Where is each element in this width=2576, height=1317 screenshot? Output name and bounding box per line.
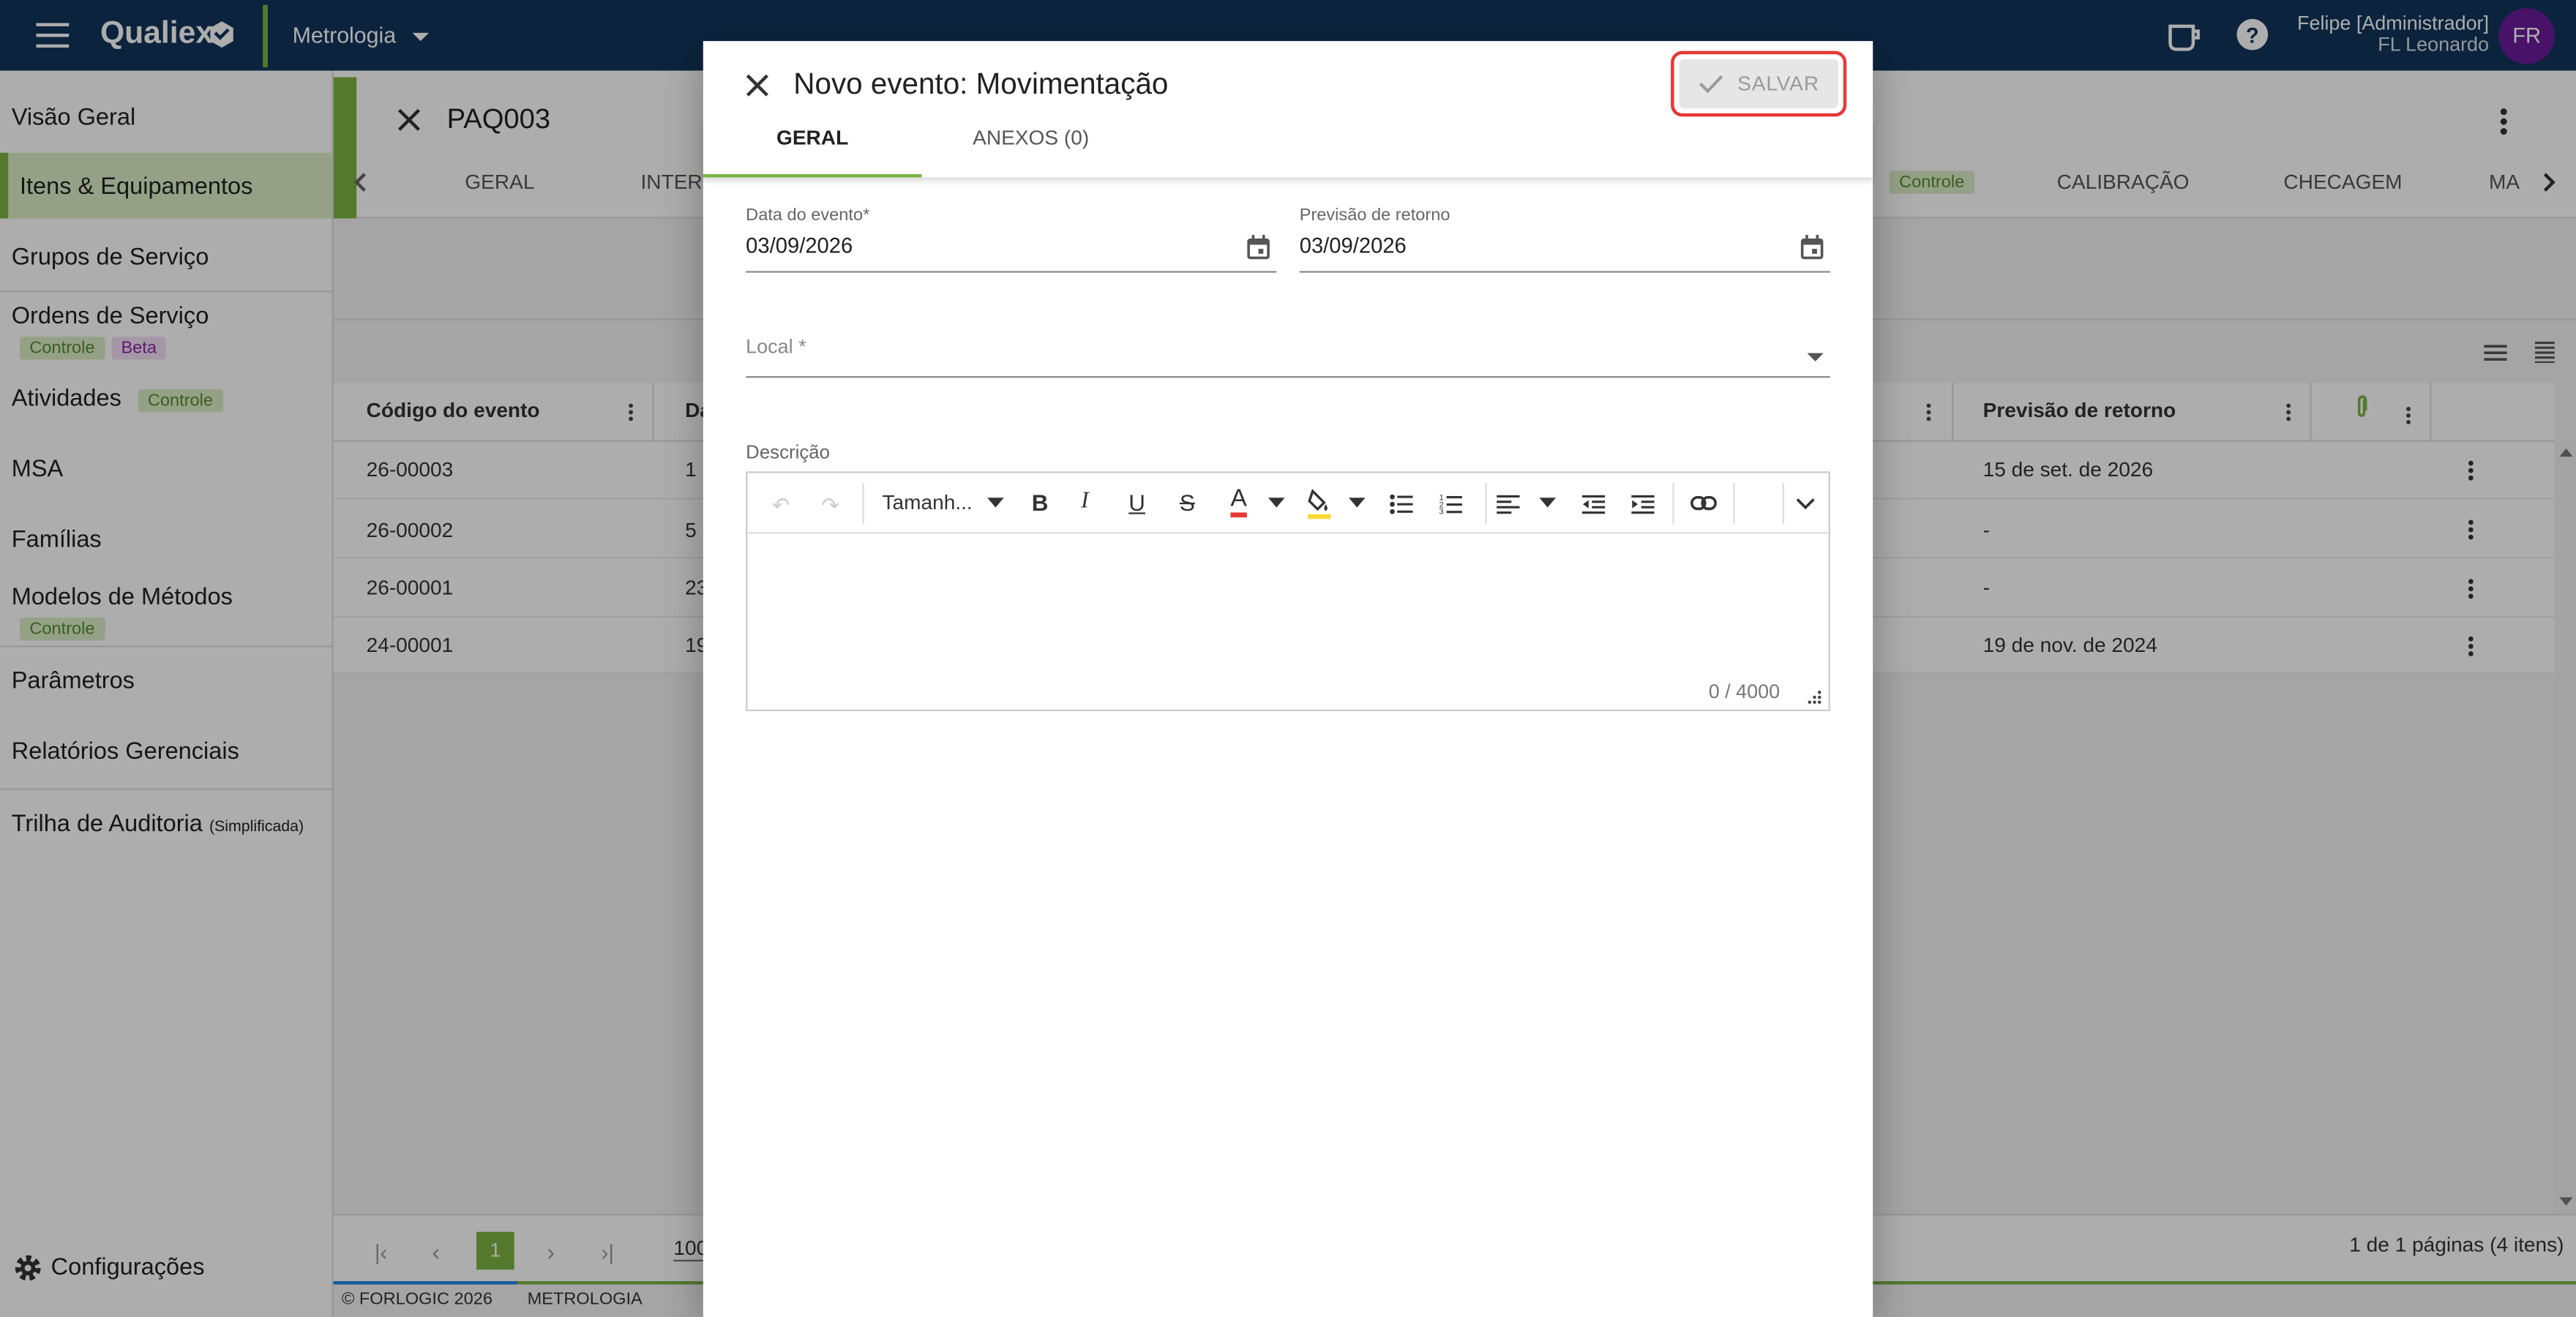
redo-icon[interactable]: ↷ [821, 492, 839, 519]
highlight-color-icon[interactable] [1307, 488, 1331, 519]
caret-down-icon[interactable] [1268, 498, 1285, 508]
caret-down-icon[interactable] [1539, 498, 1556, 508]
dropdown-arrow-icon[interactable] [1807, 353, 1824, 361]
return-date-underline [1299, 271, 1830, 273]
numbered-list-icon[interactable]: 123 [1439, 492, 1462, 514]
toolbar-divider [1485, 483, 1487, 525]
toolbar-divider [1733, 483, 1735, 525]
font-size-select[interactable]: Tamanh... [883, 491, 973, 514]
calendar-icon[interactable] [1247, 235, 1270, 260]
strikethrough-icon[interactable]: S [1180, 489, 1195, 516]
outdent-icon[interactable] [1581, 495, 1606, 514]
tab-anexos[interactable]: ANEXOS (0) [921, 127, 1140, 149]
location-select[interactable]: Local * [746, 335, 806, 358]
toolbar-divider [1672, 483, 1674, 525]
dialog-title: Novo evento: Movimentação [793, 67, 1169, 100]
rich-text-editor: ↶ ↷ Tamanh... B I U S A 123 0 / 4000 [746, 471, 1830, 712]
underline-icon[interactable]: U [1128, 489, 1145, 516]
active-tab-indicator [703, 173, 922, 178]
char-counter: 0 / 4000 [1708, 680, 1781, 703]
event-date-underline [746, 271, 1277, 273]
event-date-label: Data do evento* [746, 205, 870, 225]
new-event-dialog: Novo evento: Movimentação SALVAR GERAL A… [703, 41, 1873, 1317]
caret-down-icon[interactable] [1349, 498, 1366, 508]
event-date-input[interactable]: 03/09/2026 [746, 233, 853, 258]
indent-icon[interactable] [1631, 495, 1655, 514]
save-button[interactable]: SALVAR [1679, 59, 1839, 109]
text-color-icon[interactable]: A [1230, 485, 1247, 518]
align-left-icon[interactable] [1497, 495, 1520, 514]
toolbar-divider [1782, 483, 1784, 525]
undo-icon[interactable]: ↶ [772, 492, 790, 519]
resize-handle-icon[interactable] [1807, 690, 1821, 705]
close-dialog-icon[interactable] [746, 74, 768, 97]
tab-geral[interactable]: GERAL [703, 127, 922, 149]
caret-down-icon[interactable] [987, 498, 1004, 508]
return-date-label: Previsão de retorno [1299, 205, 1450, 225]
link-icon[interactable] [1690, 495, 1717, 511]
check-icon [1698, 74, 1723, 94]
description-textarea[interactable] [749, 536, 1827, 683]
location-underline [746, 376, 1830, 378]
description-label: Descrição [746, 443, 830, 464]
return-date-input[interactable]: 03/09/2026 [1300, 233, 1407, 258]
calendar-icon[interactable] [1800, 235, 1824, 260]
chevron-down-icon[interactable] [1796, 498, 1816, 511]
bullet-list-icon[interactable] [1390, 494, 1413, 514]
bold-icon[interactable]: B [1032, 489, 1049, 516]
svg-text:3: 3 [1439, 508, 1444, 514]
save-label: SALVAR [1737, 72, 1820, 96]
italic-icon[interactable]: I [1081, 489, 1088, 516]
toolbar-divider [862, 483, 864, 525]
